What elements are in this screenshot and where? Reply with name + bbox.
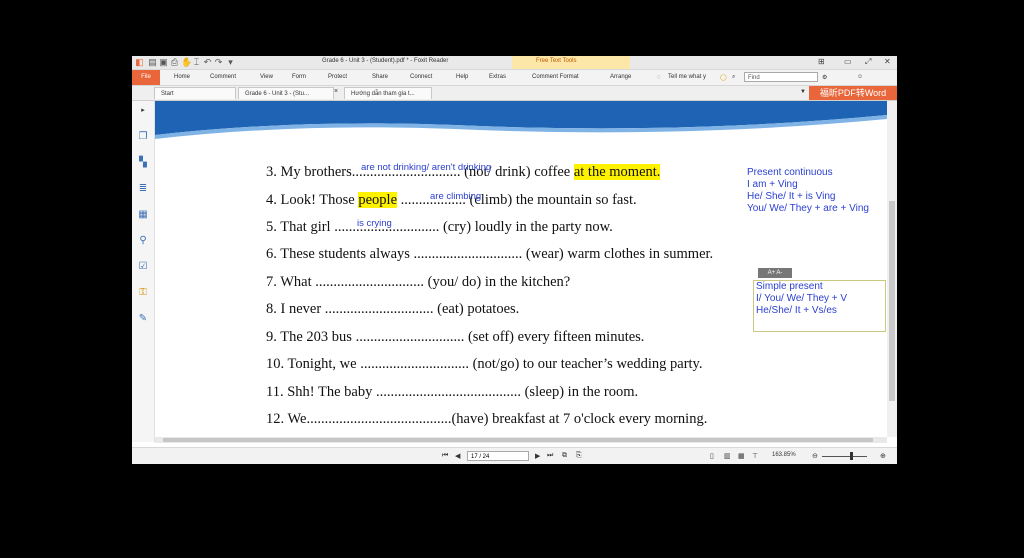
answer-3[interactable]: are not drinking/ aren't drinking (361, 162, 491, 173)
zoom-slider[interactable] (822, 456, 867, 457)
undo-icon[interactable]: ↶ (203, 58, 212, 67)
next-page-icon[interactable]: ▶ (535, 452, 540, 460)
answer-4[interactable]: are climbing (430, 191, 481, 202)
app-logo-icon: ◧ (135, 57, 144, 67)
document-tabs: Start Grade 6 - Unit 3 - (Stu... × Hướng… (132, 86, 897, 101)
menu-comment[interactable]: Comment (210, 74, 236, 80)
note-line: I am + Ving (747, 179, 798, 190)
menu-home[interactable]: Home (174, 74, 190, 80)
close-icon[interactable]: ✕ (884, 57, 891, 66)
answer-5[interactable]: is crying (357, 218, 392, 229)
attachments-icon[interactable]: ⚲ (137, 235, 149, 247)
redo-icon[interactable]: ↷ (214, 58, 223, 67)
tab-close-icon[interactable]: × (334, 88, 338, 95)
question-6: 6. These students always ...............… (266, 246, 714, 262)
minimize-icon[interactable]: ▭ (844, 57, 852, 66)
menu-comment-format[interactable]: Comment Format (532, 74, 579, 80)
tab-huong-dan[interactable]: Hướng dẫn tham gia t... (344, 87, 432, 99)
open-icon[interactable]: ▤ (148, 58, 157, 67)
question-7: 7. What .............................. (… (266, 274, 571, 290)
horizontal-scrollbar[interactable] (155, 437, 887, 443)
question-9: 9. The 203 bus .........................… (266, 329, 645, 345)
pages-icon[interactable]: ❐ (137, 131, 149, 143)
unit-banner (155, 101, 887, 139)
fit-icon[interactable]: ⊤ (752, 452, 758, 460)
menu-extras[interactable]: Extras (489, 74, 506, 80)
question-12: 12. We..................................… (266, 411, 708, 427)
zoom-out-icon[interactable]: ⊖ (812, 452, 818, 460)
menu-help[interactable]: Help (456, 74, 468, 80)
title-bar: ◧ ▤ ▣ ⎙ ✋ ⌶ ↶ ↷ ▾ Grade 6 - Unit 3 - (St… (132, 56, 897, 70)
copy-page-icon[interactable]: ⧉ (562, 452, 567, 460)
menu-form[interactable]: Form (292, 74, 306, 80)
hand-icon[interactable]: ✋ (181, 58, 192, 67)
note-line: Simple present (756, 281, 823, 292)
note-line: He/She/ It + Vs/es (756, 305, 837, 316)
signature-icon[interactable]: ☑ (137, 261, 149, 273)
print-icon[interactable]: ⎙ (170, 58, 179, 67)
bookmarks-icon[interactable]: ▚ (137, 157, 149, 169)
menu-share[interactable]: Share (372, 74, 388, 80)
simple-present-note[interactable]: Simple present I/ You/ We/ They + V He/S… (756, 281, 847, 317)
note-line: He/ She/ It + is Ving (747, 191, 836, 202)
context-tab: Free Text Tools (512, 56, 630, 69)
comments-icon[interactable]: ▦ (137, 209, 149, 221)
tab-start[interactable]: Start (154, 87, 236, 99)
facing-icon[interactable]: ▦ (738, 452, 745, 460)
page-number-input[interactable]: 17 / 24 (467, 451, 529, 461)
file-menu[interactable]: File (132, 70, 160, 85)
expand-panel-icon[interactable]: ▸ (137, 105, 149, 117)
note-line: Present continuous (747, 167, 833, 178)
layers-icon[interactable]: ≣ (137, 183, 149, 195)
search-online-icon[interactable]: ◯ (720, 74, 727, 81)
tabs-dropdown-icon[interactable]: ▼ (800, 89, 806, 95)
find-options-icon[interactable]: ⌕ (732, 74, 735, 81)
zoom-level[interactable]: 163.85% (772, 452, 796, 458)
last-page-icon[interactable]: ⏭ (547, 452, 553, 460)
tell-me-input[interactable]: Tell me what y (668, 74, 706, 80)
save-icon[interactable]: ▣ (159, 58, 168, 67)
zoom-in-icon[interactable]: ⊕ (880, 452, 886, 460)
ribbon-toggle-icon[interactable]: ⊞ (818, 57, 825, 66)
question-10: 10. Tonight, we ........................… (266, 356, 703, 372)
security-icon[interactable]: ⚿ (137, 287, 149, 299)
window-title: Grade 6 - Unit 3 - (Student).pdf * - Fox… (322, 58, 449, 64)
question-8: 8. I never .............................… (266, 301, 520, 317)
search-settings-icon[interactable]: ⚙ (822, 74, 827, 81)
select-icon[interactable]: ⌶ (192, 58, 201, 67)
vertical-scrollbar[interactable] (887, 101, 897, 437)
note-line: I/ You/ We/ They + V (756, 293, 848, 304)
scroll-thumb[interactable] (163, 438, 873, 442)
ribbon-menu: File Home Comment View Form Protect Shar… (132, 70, 897, 86)
user-icon[interactable]: ☺ (857, 74, 863, 80)
menu-arrange[interactable]: Arrange (610, 74, 631, 80)
menu-connect[interactable]: Connect (410, 74, 432, 80)
document-page: 3. My brothers..........................… (155, 101, 887, 437)
question-11: 11. Shh! The baby ......................… (266, 384, 639, 400)
context-tab-label: Free Text Tools (536, 58, 577, 64)
first-page-icon[interactable]: ⏮ (442, 452, 448, 460)
tools-icon[interactable]: ✎ (137, 313, 149, 325)
customize-icon[interactable]: ▾ (226, 58, 235, 67)
maximize-icon[interactable]: ⤢ (865, 57, 871, 67)
promo-banner[interactable]: 福昕PDF转Word (809, 86, 897, 100)
continuous-icon[interactable]: ▥ (724, 452, 731, 460)
question-5: 5. That girl ...........................… (266, 219, 613, 235)
lightbulb-icon: ♢ (656, 75, 662, 81)
single-page-icon[interactable]: ▯ (710, 452, 714, 460)
navigation-panel: ▸ ❐ ▚ ≣ ▦ ⚲ ☑ ⚿ ✎ (132, 101, 155, 442)
note-line: You/ We/ They + are + Ving (747, 203, 869, 214)
status-bar: ⏮ ◀ 17 / 24 ▶ ⏭ ⧉ ⎘ ▯ ▥ ▦ ⊤ 163.85% ⊖ ⊕ (132, 447, 897, 464)
zoom-slider-knob[interactable] (850, 452, 853, 460)
present-continuous-note[interactable]: Present continuous I am + Ving He/ She/ … (747, 167, 869, 215)
tab-grade6[interactable]: Grade 6 - Unit 3 - (Stu... (238, 87, 334, 99)
menu-protect[interactable]: Protect (328, 74, 347, 80)
find-input[interactable]: Find (744, 72, 818, 82)
menu-view[interactable]: View (260, 74, 273, 80)
prev-page-icon[interactable]: ◀ (455, 452, 460, 460)
font-size-buttons[interactable]: A+ A- (758, 268, 792, 278)
rotate-icon[interactable]: ⎘ (576, 452, 582, 460)
scroll-thumb[interactable] (889, 201, 895, 401)
foxit-reader-window: ◧ ▤ ▣ ⎙ ✋ ⌶ ↶ ↷ ▾ Grade 6 - Unit 3 - (St… (132, 56, 897, 464)
